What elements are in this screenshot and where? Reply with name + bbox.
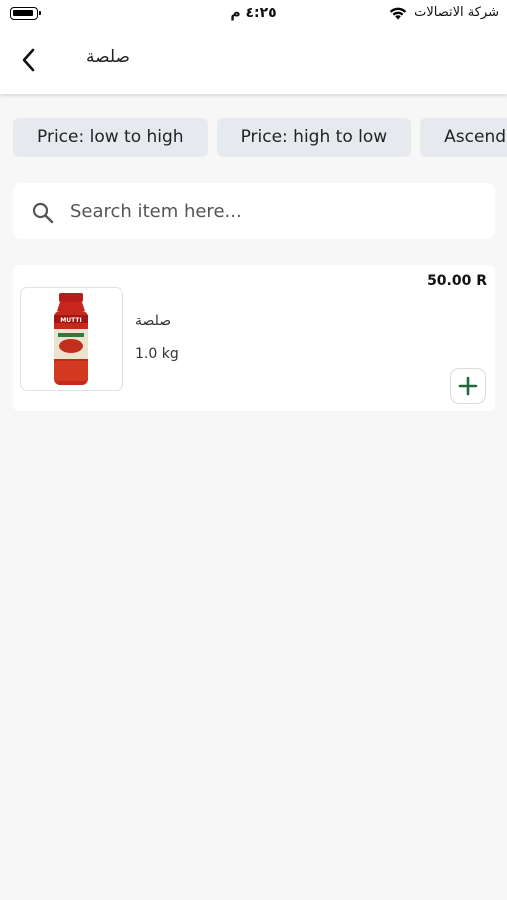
plus-icon (458, 376, 478, 396)
search-icon (32, 202, 54, 224)
svg-text:MUTTI: MUTTI (60, 317, 81, 324)
carrier-name: شركة الاتصالات (414, 5, 499, 20)
product-image: MUTTI (20, 287, 123, 391)
app-header: صلصة (0, 28, 507, 94)
search-input[interactable] (70, 183, 470, 239)
search-bar (13, 183, 495, 239)
chevron-left-icon (22, 48, 35, 72)
product-name: صلصة (135, 313, 172, 329)
filter-price-high-low[interactable]: Price: high to low (216, 118, 412, 157)
wifi-icon (389, 7, 407, 19)
product-weight: 1.0 kg (135, 346, 179, 362)
tomato-sauce-jar-icon: MUTTI (54, 293, 88, 385)
carrier-group: شركة الاتصالات (388, 5, 499, 20)
sort-filter-bar: Price: low to high Price: high to low Asce… (13, 118, 507, 158)
filter-ascending[interactable]: Ascending (420, 118, 507, 157)
back-button[interactable] (12, 44, 44, 76)
status-bar: ٤:٢٥ م شركة الاتصالات (0, 0, 507, 28)
page-title: صلصة (86, 47, 130, 67)
product-price: 50.00 R (427, 273, 487, 289)
add-to-cart-button[interactable] (450, 368, 486, 404)
filter-price-low-high[interactable]: Price: low to high (13, 118, 208, 157)
product-card[interactable]: MUTTI 50.00 R صلصة 1.0 kg (13, 265, 495, 411)
